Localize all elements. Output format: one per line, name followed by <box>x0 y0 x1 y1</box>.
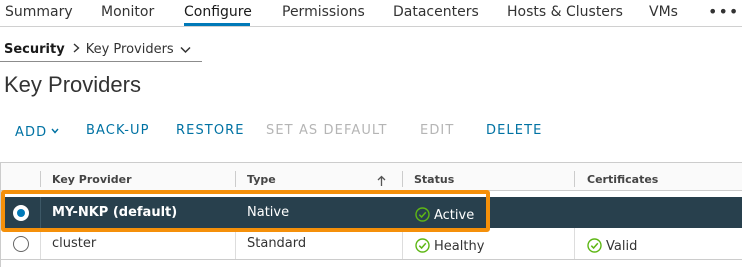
status-text: Active <box>434 208 475 223</box>
chevron-down-icon <box>51 123 59 138</box>
add-button[interactable]: ADD <box>15 123 59 140</box>
breadcrumb-security[interactable]: Security <box>4 42 65 57</box>
cell-divider <box>402 228 403 259</box>
status-cell: Healthy <box>415 235 484 254</box>
key-provider-type: Standard <box>247 236 307 251</box>
breadcrumb: Security Key Providers <box>4 42 191 60</box>
status-cell: Active <box>415 204 474 223</box>
column-header-key-provider[interactable]: Key Provider <box>52 173 132 186</box>
table-row[interactable]: cluster Standard Healthy Valid <box>1 228 742 260</box>
certificates-cell: Valid <box>587 235 637 254</box>
edit-button[interactable]: EDIT <box>420 123 454 138</box>
top-tab-bar: Summary Monitor Configure Permissions Da… <box>0 0 742 27</box>
set-as-default-button[interactable]: SET AS DEFAULT <box>266 123 388 138</box>
table-row[interactable]: MY-NKP (default) Native Active <box>1 197 742 228</box>
backup-button[interactable]: BACK-UP <box>86 123 150 138</box>
check-circle-icon <box>587 238 602 253</box>
tab-monitor[interactable]: Monitor <box>101 4 154 20</box>
tab-configure[interactable]: Configure <box>184 4 252 20</box>
tab-hosts-clusters[interactable]: Hosts & Clusters <box>507 4 623 20</box>
key-providers-grid: Key Provider Type Status Certificates MY… <box>0 162 742 267</box>
cell-divider <box>235 228 236 259</box>
key-provider-name: MY-NKP (default) <box>52 205 178 220</box>
arrow-up-icon[interactable] <box>377 172 386 191</box>
column-header-type[interactable]: Type <box>247 173 276 186</box>
page-title: Key Providers <box>4 72 141 97</box>
cell-divider <box>574 228 575 259</box>
certificates-text: Valid <box>606 239 638 254</box>
column-divider <box>40 171 41 187</box>
row-select-radio[interactable] <box>13 205 29 221</box>
more-tabs-icon[interactable]: ••• <box>708 2 739 21</box>
chevron-right-icon <box>73 42 80 57</box>
breadcrumb-key-providers[interactable]: Key Providers <box>86 42 174 57</box>
tab-summary[interactable]: Summary <box>5 4 73 20</box>
check-circle-icon <box>415 238 430 253</box>
grid-header: Key Provider Type Status Certificates <box>1 163 742 191</box>
key-provider-type: Native <box>247 205 290 220</box>
column-divider[interactable] <box>574 171 575 187</box>
restore-button[interactable]: RESTORE <box>176 123 245 138</box>
tab-vms[interactable]: VMs <box>649 4 678 20</box>
active-tab-indicator <box>184 23 250 26</box>
column-header-status[interactable]: Status <box>414 173 454 186</box>
check-circle-icon <box>415 207 430 222</box>
tab-permissions[interactable]: Permissions <box>282 4 365 20</box>
column-divider[interactable] <box>235 171 236 187</box>
row-select-radio[interactable] <box>13 236 29 252</box>
tab-datacenters[interactable]: Datacenters <box>393 4 479 20</box>
add-button-label: ADD <box>15 125 48 140</box>
cell-divider <box>40 197 41 228</box>
cell-divider <box>40 228 41 259</box>
key-provider-name: cluster <box>52 236 97 251</box>
breadcrumb-underline <box>0 61 202 62</box>
column-header-certificates[interactable]: Certificates <box>587 173 658 186</box>
column-divider[interactable] <box>402 171 403 187</box>
delete-button[interactable]: DELETE <box>486 123 542 138</box>
chevron-down-icon[interactable] <box>180 43 191 58</box>
status-text: Healthy <box>434 239 485 254</box>
